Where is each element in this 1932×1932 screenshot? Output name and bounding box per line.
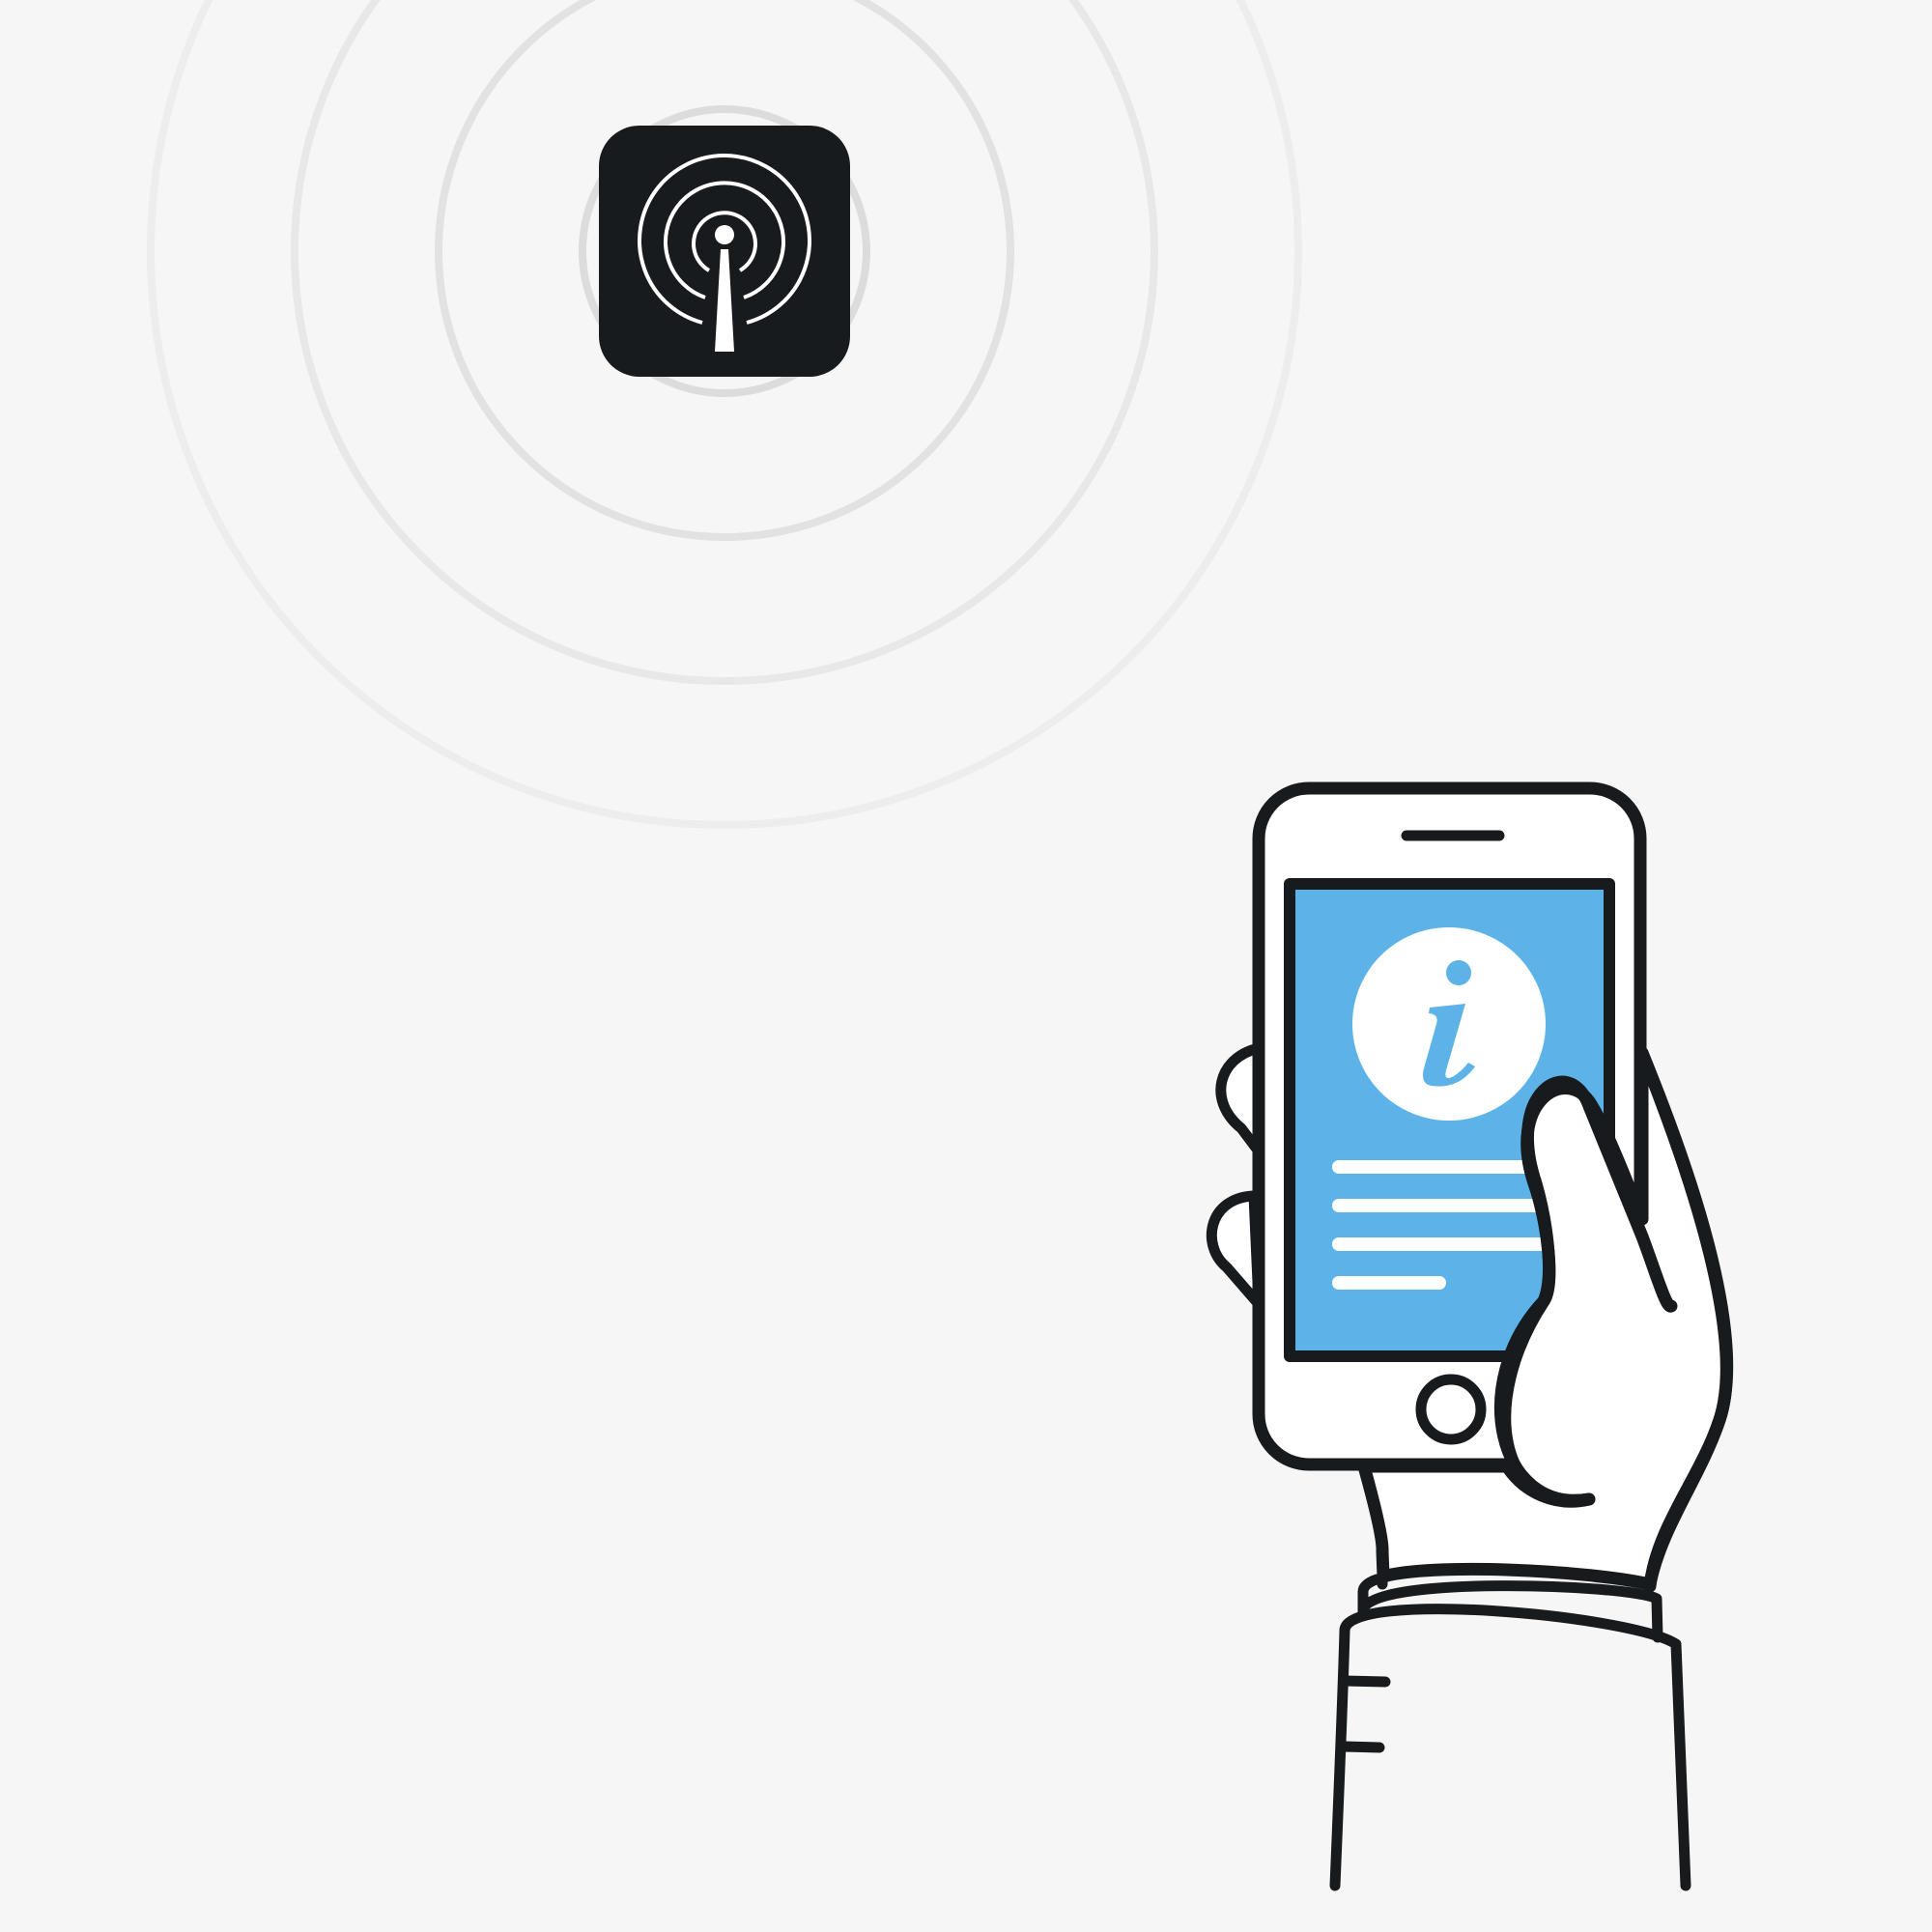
illustration-stage (0, 0, 1932, 1932)
beacon-phone-illustration (147, 0, 1734, 1891)
info-icon (1352, 927, 1546, 1121)
left-fingers (1206, 1042, 1264, 1310)
signal-rings (147, 0, 1302, 829)
home-button (1415, 1374, 1487, 1445)
finger-lower-left (1206, 1190, 1264, 1310)
cuff-lower (1339, 1604, 1691, 1891)
beacon (599, 126, 850, 377)
sleeve-seam-1 (1340, 1675, 1391, 1688)
sleeve-left-edge (1329, 1625, 1350, 1891)
tower-top-dot (715, 225, 734, 244)
